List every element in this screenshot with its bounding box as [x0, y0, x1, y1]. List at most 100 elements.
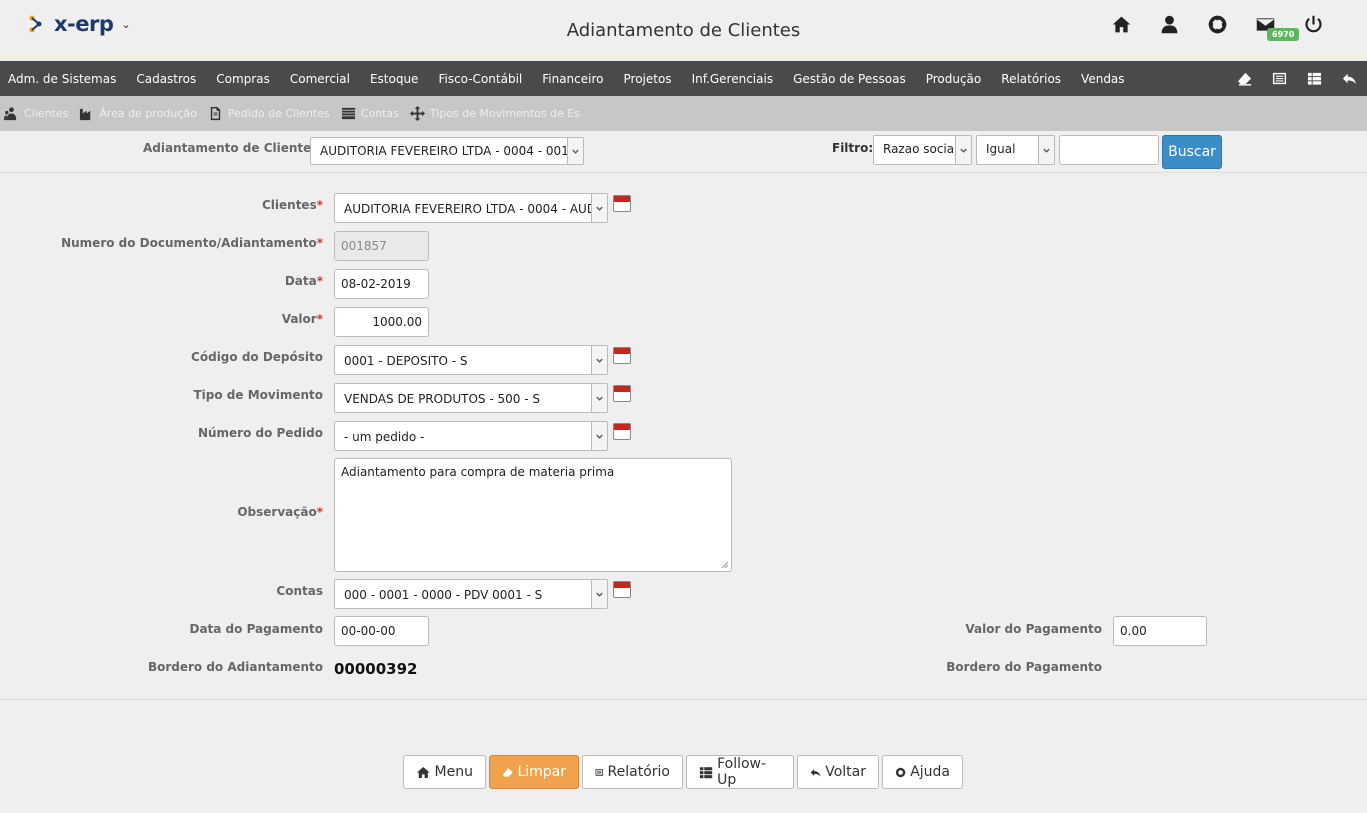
ajuda-button[interactable]: Ajuda — [882, 755, 963, 789]
voltar-button-label: Voltar — [825, 764, 866, 780]
menu-item-producao[interactable]: Produção — [916, 72, 992, 86]
chevron-down-icon — [591, 194, 607, 222]
shortcut-label: Pedido de Clientes — [227, 107, 330, 120]
report-button[interactable] — [1262, 61, 1297, 96]
voltar-button[interactable]: Voltar — [797, 755, 879, 789]
valor-label-text: Valor — [281, 312, 317, 326]
contas-select[interactable]: 000 - 0001 - 0000 - PDV 0001 - S — [334, 579, 608, 609]
relatorio-button-label: Relatório — [607, 764, 670, 780]
shortcut-contas[interactable]: Contas — [341, 106, 399, 121]
chevron-down-icon — [591, 580, 607, 608]
menu-item-compras[interactable]: Compras — [206, 72, 280, 86]
data-label: Data* — [200, 274, 323, 288]
menu-item-projetos[interactable]: Projetos — [614, 72, 682, 86]
list-icon — [595, 768, 604, 776]
shortcut-area-producao[interactable]: Área de produção — [79, 106, 197, 121]
valor-pagamento-label: Valor do Pagamento — [965, 622, 1102, 636]
main-menu-bar: Adm. de Sistemas Cadastros Compras Comer… — [0, 61, 1367, 96]
users-icon — [4, 107, 17, 121]
menu-item-cadastros[interactable]: Cadastros — [126, 72, 206, 86]
limpar-button-label: Limpar — [517, 764, 566, 780]
clientes-select-value: AUDITORIA FEVEREIRO LTDA - 0004 - AUDIT — [344, 202, 607, 216]
list-icon — [1272, 72, 1287, 85]
user-button[interactable] — [1145, 12, 1193, 36]
chevron-down-icon — [591, 422, 607, 450]
shortcut-pedido-clientes[interactable]: Pedido de Clientes — [208, 106, 330, 121]
deposito-select[interactable]: 0001 - DEPOSITO - S — [334, 345, 608, 375]
clear-button[interactable] — [1227, 61, 1262, 96]
limpar-button[interactable]: Limpar — [489, 755, 579, 789]
adiantamento-select[interactable]: AUDITORIA FEVEREIRO LTDA - 0004 - 00185 — [310, 137, 584, 165]
resize-handle-icon[interactable] — [721, 561, 729, 569]
menu-item-estoque[interactable]: Estoque — [360, 72, 429, 86]
menu-item-financeiro[interactable]: Financeiro — [532, 72, 613, 86]
filter-operator-select[interactable]: Igual — [976, 135, 1055, 165]
observacao-label: Observação* — [150, 505, 323, 519]
filter-field-value: Razao social — [883, 142, 958, 156]
shortcut-tipos-movimentos[interactable]: Tipos de Movimentos de Es — [409, 106, 580, 121]
chevron-down-icon — [955, 136, 971, 164]
tipo-movimento-select-value: VENDAS DE PRODUTOS - 500 - S — [344, 392, 540, 406]
tipo-movimento-label: Tipo de Movimento — [193, 388, 323, 402]
chevron-down-icon — [567, 138, 583, 164]
followup-button[interactable]: Follow-Up — [686, 755, 794, 789]
menu-button-label: Menu — [434, 764, 473, 780]
home-button[interactable] — [1097, 12, 1145, 36]
adiantamento-select-value: AUDITORIA FEVEREIRO LTDA - 0004 - 00185 — [320, 144, 584, 158]
required-mark: * — [316, 505, 323, 519]
search-label: Adiantamento de Clientes — [143, 141, 319, 155]
menu-item-adm-sistemas[interactable]: Adm. de Sistemas — [0, 72, 126, 86]
filter-label: Filtro: — [832, 141, 874, 155]
lifebuoy-icon — [1208, 15, 1226, 33]
calendar-icon[interactable] — [613, 195, 631, 212]
calendar-icon[interactable] — [613, 423, 631, 440]
user-icon — [1161, 15, 1177, 33]
clientes-select[interactable]: AUDITORIA FEVEREIRO LTDA - 0004 - AUDIT — [334, 193, 608, 223]
observacao-label-text: Observação — [237, 505, 317, 519]
menu-item-comercial[interactable]: Comercial — [280, 72, 360, 86]
search-row: Adiantamento de Clientes AUDITORIA FEVER… — [0, 131, 1367, 173]
help-lifebuoy-button[interactable] — [1193, 12, 1241, 36]
followup-button[interactable] — [1297, 61, 1332, 96]
calendar-icon[interactable] — [613, 581, 631, 598]
contas-select-value: 000 - 0001 - 0000 - PDV 0001 - S — [344, 588, 543, 602]
data-input[interactable]: 08-02-2019 — [334, 269, 429, 299]
calendar-icon[interactable] — [613, 385, 631, 402]
home-icon — [1112, 16, 1130, 32]
chevron-down-icon — [1038, 136, 1054, 164]
shortcut-label: Área de produção — [99, 107, 197, 120]
back-button[interactable] — [1332, 61, 1367, 96]
move-icon — [409, 106, 425, 121]
required-mark: * — [316, 198, 323, 212]
logout-button[interactable] — [1289, 12, 1337, 36]
menu-item-gestao-pessoas[interactable]: Gestão de Pessoas — [783, 72, 916, 86]
mail-button[interactable]: 6970 — [1241, 12, 1300, 41]
followup-button-label: Follow-Up — [717, 756, 767, 788]
menu-item-relatorios[interactable]: Relatórios — [991, 72, 1071, 86]
search-button[interactable]: Buscar — [1162, 135, 1222, 169]
menu-button[interactable]: Menu — [403, 755, 486, 789]
shortcut-clientes[interactable]: Clientes — [4, 106, 68, 121]
numero-pedido-select[interactable]: - um pedido - — [334, 421, 608, 451]
menu-item-fisco-contabil[interactable]: Fisco-Contábil — [428, 72, 532, 86]
filter-field-select[interactable]: Razao social — [873, 135, 972, 165]
valor-label: Valor* — [200, 312, 323, 326]
filter-operator-value: Igual — [986, 142, 1016, 156]
required-mark: * — [316, 274, 323, 288]
menu-item-vendas[interactable]: Vendas — [1071, 72, 1135, 86]
valor-input[interactable]: 1000.00 — [334, 307, 429, 337]
ledger-icon — [341, 107, 355, 120]
top-header: x-erp ⌄ Adiantamento de Clientes 6970 — [0, 0, 1367, 58]
valor-pagamento-input[interactable]: 0.00 — [1113, 616, 1207, 646]
observacao-textarea[interactable]: Adiantamento para compra de materia prim… — [334, 458, 732, 572]
data-pagamento-input[interactable]: 00-00-00 — [334, 616, 429, 646]
home-icon — [416, 766, 430, 778]
ajuda-button-label: Ajuda — [910, 764, 950, 780]
tipo-movimento-select[interactable]: VENDAS DE PRODUTOS - 500 - S — [334, 383, 608, 413]
calendar-icon[interactable] — [613, 347, 631, 364]
shortcut-label: Clientes — [24, 107, 69, 120]
menu-item-inf-gerenciais[interactable]: Inf.Gerenciais — [682, 72, 784, 86]
numero-documento-input: 001857 — [334, 231, 429, 261]
filter-value-input[interactable] — [1059, 135, 1159, 165]
relatorio-button[interactable]: Relatório — [582, 755, 683, 789]
